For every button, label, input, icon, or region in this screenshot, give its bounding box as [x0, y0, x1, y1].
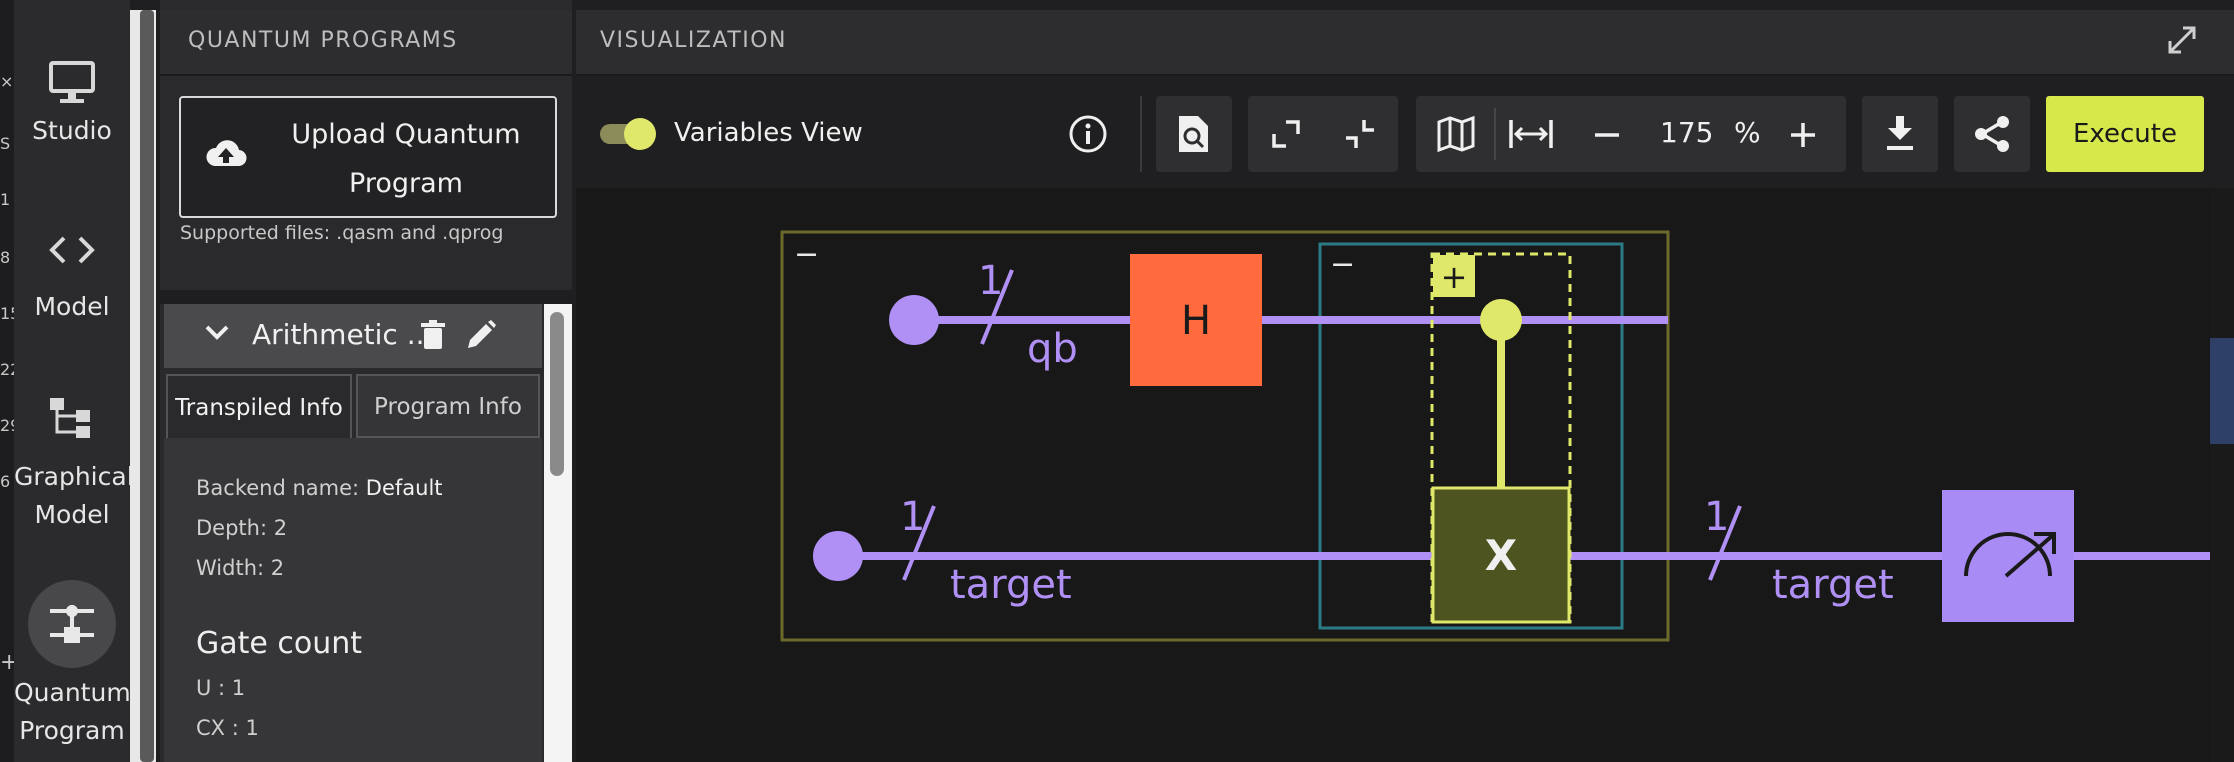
edge-highlight: [2210, 338, 2234, 444]
active-indicator: [28, 580, 116, 668]
program-item-label: Arithmetic ...: [252, 318, 434, 351]
programs-scrollbar-thumb[interactable]: [550, 312, 564, 476]
programs-title: QUANTUM PROGRAMS: [188, 28, 458, 53]
program-item-header[interactable]: Arithmetic ...: [164, 304, 542, 368]
variables-view-label: Variables View: [674, 118, 863, 148]
nav-label: Quantum: [14, 678, 131, 707]
target-size-label: 1: [900, 494, 925, 540]
tab-program-info[interactable]: Program Info: [356, 374, 540, 438]
gate-count-title: Gate count: [196, 626, 363, 661]
nav-label: Graphical: [14, 462, 134, 491]
zoom-unit: %: [1734, 116, 1761, 149]
cloud-upload-icon: [206, 140, 247, 167]
qb-wire-label: qb: [1027, 326, 1078, 372]
backend-name-value: Default: [365, 476, 443, 500]
fit-width-icon[interactable]: [1508, 118, 1554, 150]
monitor-icon: [49, 61, 95, 103]
depth-text: Depth: 2: [196, 516, 288, 540]
gutter-number: 8: [0, 248, 11, 267]
gate-count-item: U : 1: [196, 676, 246, 700]
nav-scrollbar-thumb[interactable]: [140, 10, 154, 762]
variables-view-toggle[interactable]: [600, 118, 658, 150]
supported-files-text: Supported files: .qasm and .qprog: [180, 222, 504, 244]
expand-marker-label: +: [1441, 258, 1468, 296]
qb-input-node[interactable]: [889, 295, 939, 345]
qb-size-label: 1: [978, 258, 1003, 304]
zoom-out-icon[interactable]: [1592, 120, 1622, 150]
nav-item-quantum-program[interactable]: Quantum Program: [14, 580, 131, 750]
info-icon[interactable]: [1068, 114, 1108, 154]
share-icon: [1975, 116, 2009, 152]
width-text: Width: 2: [196, 556, 285, 580]
hierarchy-icon: [50, 398, 90, 438]
download-button[interactable]: [1862, 96, 1938, 172]
collapse-all-icon[interactable]: [1344, 118, 1376, 150]
control-dot[interactable]: [1480, 299, 1522, 341]
collapse-marker[interactable]: −: [1330, 247, 1355, 282]
nav-label: Studio: [32, 116, 112, 145]
inspect-button[interactable]: [1156, 96, 1232, 172]
chevron-down-icon[interactable]: [204, 322, 230, 342]
nav-label: Model: [34, 500, 110, 529]
target-input-node[interactable]: [813, 531, 863, 581]
tab-transpiled-info[interactable]: Transpiled Info: [166, 374, 352, 438]
collapse-marker[interactable]: −: [794, 237, 819, 272]
side-nav: Studio Model Graphical Model Quantum Pro…: [14, 0, 134, 762]
circuit-diagram: − − 1 qb 1 target H + X 1 target: [780, 230, 2234, 642]
output-size-label: 1: [1704, 494, 1729, 540]
target-wire-label: target: [950, 562, 1072, 608]
map-icon[interactable]: [1436, 116, 1476, 152]
nav-item-studio[interactable]: Studio: [14, 60, 130, 150]
upload-program-button[interactable]: Upload Quantum Program: [179, 96, 557, 218]
divider: [160, 290, 572, 304]
document-search-icon: [1179, 116, 1208, 152]
output-wire-label: target: [1772, 562, 1894, 608]
right-edge: [2210, 188, 2234, 762]
gate-count-item: CX : 1: [196, 716, 259, 740]
upload-label-line1: Upload Quantum: [291, 119, 521, 150]
upload-label-line2: Program: [349, 168, 463, 199]
gutter-number: 1: [0, 190, 11, 209]
zoom-in-icon[interactable]: [1788, 120, 1818, 150]
trash-icon[interactable]: [420, 320, 446, 350]
programs-header: QUANTUM PROGRAMS: [160, 10, 572, 76]
measurement-gate[interactable]: [1942, 490, 2074, 622]
nav-item-graphical-model[interactable]: Graphical Model: [14, 396, 134, 534]
x-gate-label: X: [1485, 531, 1517, 580]
zoom-value: 175: [1660, 116, 1714, 149]
toolbar-separator: [1140, 96, 1142, 172]
backend-name-label: Backend name:: [196, 476, 360, 500]
transpiled-info-panel: Backend name: Default Depth: 2 Width: 2 …: [164, 438, 542, 762]
gutter-number: 6: [0, 472, 11, 491]
expand-collapse-group: [1248, 96, 1398, 172]
left-gutter: × S 1 8 15 22 29 6 +: [0, 0, 20, 762]
download-icon: [1887, 116, 1913, 150]
nav-label: Model: [34, 292, 110, 321]
backend-name-row: Backend name: Default: [196, 476, 443, 500]
expand-all-icon[interactable]: [1270, 118, 1302, 150]
fullscreen-icon[interactable]: [2166, 24, 2198, 56]
upload-label: Upload Quantum Program: [271, 110, 541, 208]
pencil-icon[interactable]: [466, 320, 496, 350]
circuit-canvas[interactable]: − − 1 qb 1 target H + X 1 target: [576, 188, 2234, 762]
visualization-title: VISUALIZATION: [600, 28, 788, 53]
execute-button[interactable]: Execute: [2046, 96, 2204, 172]
circuit-icon: [50, 605, 94, 643]
nav-label: Program: [19, 716, 125, 745]
zoom-group: 175 %: [1416, 96, 1846, 172]
h-gate-label: H: [1181, 298, 1211, 344]
toggle-knob: [624, 118, 656, 150]
share-button[interactable]: [1954, 96, 2030, 172]
nav-item-model[interactable]: Model: [14, 232, 130, 326]
gutter-symbol: S: [0, 134, 11, 153]
gutter-symbol: ×: [0, 72, 14, 91]
zoom-separator: [1494, 108, 1496, 160]
code-icon: [49, 236, 95, 264]
visualization-header: VISUALIZATION: [576, 10, 2234, 76]
